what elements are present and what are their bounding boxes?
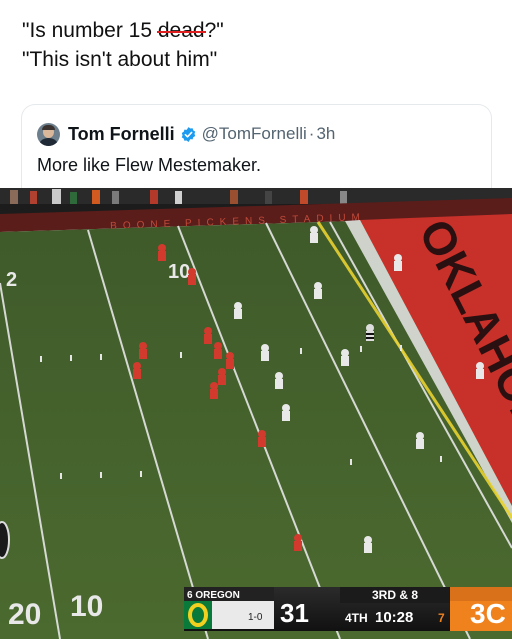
- caption-line-1-prefix: "Is number 15: [22, 19, 158, 42]
- scorebug: 6 OREGON 1-0 31 3RD & 8 4TH 10:28 7 3C: [184, 587, 512, 631]
- away-score: 31: [280, 598, 309, 628]
- referee: [366, 324, 374, 341]
- caption-line-2: "This isn't about him": [22, 48, 218, 71]
- home-score: 3C: [470, 598, 506, 629]
- yard-number-bottom-mid: 10: [70, 590, 103, 623]
- caption-line-1: "Is number 15 dead?": [22, 16, 492, 45]
- tweet-header: Tom Fornelli @TomFornelli · 3h: [37, 122, 477, 146]
- caption: "Is number 15 dead?" "This isn't about h…: [22, 16, 492, 74]
- tweet-text: More like Flew Mestemaker.: [37, 155, 262, 175]
- dot-separator: ·: [308, 124, 315, 143]
- struck-word: dead: [156, 16, 206, 45]
- yard-number-left: 2: [6, 269, 17, 291]
- display-name[interactable]: Tom Fornelli: [68, 124, 175, 145]
- quoted-tweet-card[interactable]: Tom Fornelli @TomFornelli · 3h More like…: [21, 104, 492, 188]
- yard-number-bottom-left: 20: [8, 598, 41, 631]
- game-clock: 10:28: [375, 609, 413, 626]
- down-and-distance: 3RD & 8: [372, 588, 418, 602]
- yard-number-top: 10: [168, 261, 190, 283]
- timestamp[interactable]: 3h: [316, 124, 335, 144]
- avatar[interactable]: [37, 122, 60, 146]
- quarter: 4TH: [345, 611, 368, 625]
- play-clock: 7: [438, 611, 445, 625]
- caption-line-1-suffix: ?": [204, 19, 224, 42]
- game-broadcast-image[interactable]: BOONE PICKENS STADIUM OKLAHOMA ST 10 2 2…: [0, 188, 512, 639]
- handle[interactable]: @TomFornelli: [202, 124, 307, 144]
- away-record: 1-0: [248, 612, 263, 623]
- verified-badge-icon: [181, 126, 195, 142]
- away-team-label: 6 OREGON: [187, 590, 240, 601]
- football-field-scene: BOONE PICKENS STADIUM OKLAHOMA ST 10 2 2…: [0, 188, 512, 639]
